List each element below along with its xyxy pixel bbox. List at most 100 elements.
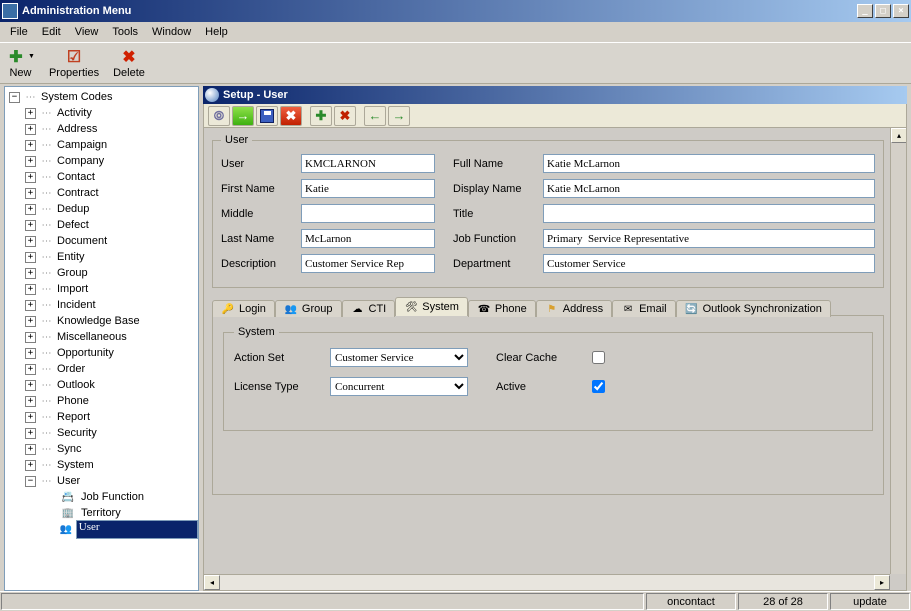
expand-icon[interactable]: +: [25, 108, 36, 119]
tree-root[interactable]: − ⋯ System Codes: [7, 89, 198, 105]
tab-address[interactable]: ⚑Address: [536, 300, 612, 317]
tree-item[interactable]: +⋯Contact: [7, 169, 198, 185]
tree-item[interactable]: +⋯Phone: [7, 393, 198, 409]
menu-edit[interactable]: Edit: [36, 24, 67, 40]
expand-icon[interactable]: +: [25, 396, 36, 407]
menu-file[interactable]: File: [4, 24, 34, 40]
tree-item[interactable]: +⋯Document: [7, 233, 198, 249]
lastname-label: Last Name: [221, 233, 295, 245]
tree-item[interactable]: +⋯Defect: [7, 217, 198, 233]
tree-item[interactable]: +⋯Knowledge Base: [7, 313, 198, 329]
properties-button[interactable]: ☑ Properties: [49, 48, 99, 79]
expand-icon[interactable]: +: [25, 252, 36, 263]
tree-item[interactable]: +⋯System: [7, 457, 198, 473]
expand-icon[interactable]: +: [25, 172, 36, 183]
minimize-button[interactable]: _: [857, 4, 873, 18]
expand-icon[interactable]: +: [25, 428, 36, 439]
tree-item[interactable]: +⋯Import: [7, 281, 198, 297]
department-input[interactable]: [543, 254, 875, 273]
vertical-scrollbar[interactable]: ▴: [890, 128, 906, 574]
actionset-select[interactable]: Customer Service: [330, 348, 468, 367]
expand-icon[interactable]: +: [25, 268, 36, 279]
tab-system[interactable]: 🛠System: [395, 297, 468, 316]
expand-icon[interactable]: +: [25, 188, 36, 199]
tab-email[interactable]: ✉Email: [612, 300, 676, 317]
tree-item[interactable]: +⋯Company: [7, 153, 198, 169]
prev-button[interactable]: ←: [364, 106, 386, 126]
tree-item[interactable]: +⋯Entity: [7, 249, 198, 265]
close-button[interactable]: ×: [893, 4, 909, 18]
maximize-button[interactable]: □: [875, 4, 891, 18]
tree-item[interactable]: +⋯Activity: [7, 105, 198, 121]
expand-icon[interactable]: +: [25, 460, 36, 471]
go-button[interactable]: →: [232, 106, 254, 126]
expand-icon[interactable]: +: [25, 444, 36, 455]
expand-icon[interactable]: +: [25, 156, 36, 167]
scroll-left-icon[interactable]: ◂: [204, 575, 220, 590]
expand-icon[interactable]: +: [25, 220, 36, 231]
tree-item[interactable]: +⋯Group: [7, 265, 198, 281]
tree-user[interactable]: − ⋯ User: [7, 473, 198, 489]
expand-icon[interactable]: +: [25, 300, 36, 311]
tree-item[interactable]: +⋯Security: [7, 425, 198, 441]
tree-item[interactable]: +⋯Contract: [7, 185, 198, 201]
clearcache-checkbox[interactable]: [592, 351, 605, 364]
user-input[interactable]: [301, 154, 435, 173]
menu-window[interactable]: Window: [146, 24, 197, 40]
tree-item[interactable]: +⋯Incident: [7, 297, 198, 313]
tab-outlook[interactable]: 🔄Outlook Synchronization: [676, 300, 831, 317]
tab-group[interactable]: 👥Group: [275, 300, 342, 317]
tree-item[interactable]: +⋯Order: [7, 361, 198, 377]
lastname-input[interactable]: [301, 229, 435, 248]
tree-item[interactable]: +⋯Opportunity: [7, 345, 198, 361]
expand-icon[interactable]: +: [25, 236, 36, 247]
description-input[interactable]: [301, 254, 435, 273]
tree-item[interactable]: +⋯Address: [7, 121, 198, 137]
scroll-right-icon[interactable]: ▸: [874, 575, 890, 590]
scroll-up-icon[interactable]: ▴: [891, 128, 907, 143]
license-select[interactable]: Concurrent: [330, 377, 468, 396]
tab-login[interactable]: 🔑Login: [212, 300, 275, 317]
tree-user-leaf[interactable]: 👥 User: [7, 521, 198, 537]
middle-input[interactable]: [301, 204, 435, 223]
stop-button[interactable]: ✖: [280, 106, 302, 126]
new-button[interactable]: ✚▼ New: [6, 48, 35, 79]
tree-item[interactable]: +⋯Dedup: [7, 201, 198, 217]
expand-icon[interactable]: +: [25, 348, 36, 359]
active-checkbox[interactable]: [592, 380, 605, 393]
displayname-input[interactable]: [543, 179, 875, 198]
save-button[interactable]: [256, 106, 278, 126]
remove-button[interactable]: ✖: [334, 106, 356, 126]
expand-icon[interactable]: +: [25, 332, 36, 343]
link-button[interactable]: ⦾: [208, 106, 230, 126]
firstname-input[interactable]: [301, 179, 435, 198]
expand-icon[interactable]: +: [25, 140, 36, 151]
tree-item[interactable]: +⋯Outlook: [7, 377, 198, 393]
menu-view[interactable]: View: [69, 24, 105, 40]
fullname-input[interactable]: [543, 154, 875, 173]
tree-item[interactable]: +⋯Campaign: [7, 137, 198, 153]
menu-help[interactable]: Help: [199, 24, 234, 40]
expand-icon[interactable]: +: [25, 316, 36, 327]
expand-icon[interactable]: +: [25, 284, 36, 295]
collapse-icon[interactable]: −: [9, 92, 20, 103]
expand-icon[interactable]: +: [25, 364, 36, 375]
expand-icon[interactable]: +: [25, 380, 36, 391]
tab-cti[interactable]: ☁CTI: [342, 300, 396, 317]
expand-icon[interactable]: +: [25, 412, 36, 423]
tree-job-function[interactable]: 📇 Job Function: [7, 489, 198, 505]
add-button[interactable]: ✚: [310, 106, 332, 126]
horizontal-scrollbar[interactable]: ◂ ▸: [204, 574, 890, 590]
tree-item[interactable]: +⋯Report: [7, 409, 198, 425]
menu-tools[interactable]: Tools: [106, 24, 144, 40]
jobfunction-input[interactable]: [543, 229, 875, 248]
expand-icon[interactable]: +: [25, 124, 36, 135]
expand-icon[interactable]: +: [25, 204, 36, 215]
collapse-icon[interactable]: −: [25, 476, 36, 487]
delete-button[interactable]: ✖ Delete: [113, 48, 145, 79]
title-input[interactable]: [543, 204, 875, 223]
next-button[interactable]: →: [388, 106, 410, 126]
tree-item[interactable]: +⋯Sync: [7, 441, 198, 457]
tab-phone[interactable]: ☎Phone: [468, 300, 536, 317]
tree-item[interactable]: +⋯Miscellaneous: [7, 329, 198, 345]
